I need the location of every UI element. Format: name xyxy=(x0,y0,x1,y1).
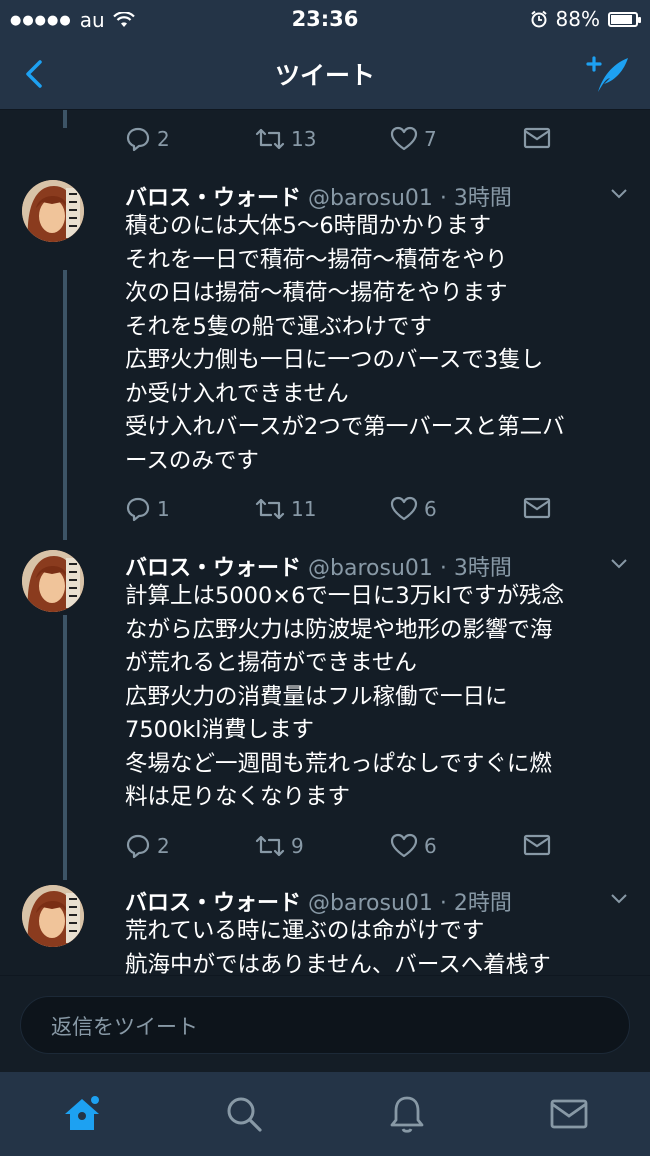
display-name[interactable]: バロス・ウォード xyxy=(125,186,301,211)
tweet-line: 広野火力の消費量はフル稼働で一日に xyxy=(125,683,508,710)
page-title: ツイート xyxy=(274,61,375,90)
user-avatar-image xyxy=(22,550,84,612)
tweet-text: 積むのには大体5～6時間かかります それを一日で積荷～揚荷～積荷をやり 次の日は… xyxy=(125,210,635,478)
retweet-icon xyxy=(255,835,285,857)
nav-bar: ツイート xyxy=(0,40,650,110)
tweet-actions: 2 9 6 xyxy=(0,827,650,867)
dm-button[interactable] xyxy=(523,496,551,520)
alarm-icon xyxy=(530,10,547,28)
reply-bar: 返信をツイート xyxy=(0,975,650,1072)
battery-icon xyxy=(608,11,641,27)
tweet-header: バロス・ウォード @barosu01 · 3時間 xyxy=(125,180,512,212)
display-name[interactable]: バロス・ウォード xyxy=(125,891,301,916)
retweet-button[interactable]: 9 xyxy=(255,833,304,859)
heart-icon xyxy=(390,496,418,521)
reply-button[interactable]: 2 xyxy=(125,833,170,859)
chevron-down-icon[interactable] xyxy=(610,558,628,570)
reply-count: 2 xyxy=(157,834,170,858)
tweet-line: 次の日は揚荷～積荷～揚荷をやります xyxy=(125,280,508,306)
notifications-icon[interactable] xyxy=(385,1092,429,1136)
dm-button[interactable] xyxy=(523,833,551,857)
tweet-actions: 2 13 7 xyxy=(0,120,650,160)
retweet-icon xyxy=(255,128,285,150)
mail-icon xyxy=(523,834,551,856)
reply-icon xyxy=(126,497,150,522)
tweet-item[interactable]: バロス・ウォード @barosu01 · 2時間 荒れている時に運ぶのは命がけで… xyxy=(0,885,650,975)
chevron-down-icon[interactable] xyxy=(610,893,628,905)
tweet-timeline[interactable]: 2 13 7 バロス・ウォード @barosu01 · 3時間 積むのには大体5… xyxy=(0,110,650,975)
tweet-line: それを一日で積荷～揚荷～積荷をやり xyxy=(125,246,508,273)
reply-input[interactable]: 返信をツイート xyxy=(20,996,630,1054)
tweet-line: 荒れている時に運ぶのは命がけです xyxy=(125,918,485,944)
like-count: 6 xyxy=(424,834,437,858)
tweet-line: 積むのには大体5～6時間かかります xyxy=(125,213,492,239)
battery-level xyxy=(611,14,633,24)
heart-icon xyxy=(390,126,418,151)
retweet-icon xyxy=(255,498,285,520)
tweet-line: 広野火力側も一日に一つのバースで3隻し xyxy=(125,347,544,373)
compose-tweet-icon[interactable] xyxy=(584,52,632,98)
mail-icon xyxy=(523,497,551,519)
tweet-line: 7500kl消費します xyxy=(125,717,315,743)
search-icon[interactable] xyxy=(222,1092,266,1136)
battery-percent: 88% xyxy=(555,7,600,31)
tweet-text: 計算上は5000×6で一日に3万klですが残念 ながら広野火力は防波堤や地形の影… xyxy=(125,580,635,815)
tweet-line: か受け入れできません xyxy=(125,380,349,407)
retweet-button[interactable]: 13 xyxy=(255,126,316,152)
tweet-actions: 1 11 6 xyxy=(0,490,650,530)
avatar[interactable] xyxy=(22,180,84,242)
reply-icon xyxy=(126,834,150,859)
display-name[interactable]: バロス・ウォード xyxy=(125,556,301,581)
tab-bar xyxy=(0,1072,650,1156)
like-button[interactable]: 6 xyxy=(390,833,437,859)
like-button[interactable]: 6 xyxy=(390,496,437,522)
tweet-line: 受け入れバースが2つで第一バースと第二バ xyxy=(125,414,565,440)
tweet-line: 航海中がではありません、バースへ着桟す xyxy=(125,951,551,976)
dm-button[interactable] xyxy=(523,126,551,150)
reply-count: 1 xyxy=(157,497,170,521)
tweet-item[interactable]: バロス・ウォード @barosu01 · 3時間 積むのには大体5～6時間かかり… xyxy=(0,180,650,522)
like-count: 6 xyxy=(424,497,437,521)
like-button[interactable]: 7 xyxy=(390,126,437,152)
chevron-down-icon[interactable] xyxy=(610,188,628,200)
tweet-line: ながら広野火力は防波堤や地形の影響で海 xyxy=(125,616,553,643)
handle-and-time: @barosu01 · 3時間 xyxy=(301,186,512,211)
home-icon[interactable] xyxy=(60,1092,104,1136)
handle-and-time: @barosu01 · 2時間 xyxy=(301,891,512,916)
reply-count: 2 xyxy=(157,127,170,151)
avatar[interactable] xyxy=(22,550,84,612)
tweet-header: バロス・ウォード @barosu01 · 3時間 xyxy=(125,550,512,582)
mail-icon xyxy=(523,127,551,149)
tweet-line: それを5隻の船で運ぶわけです xyxy=(125,313,432,340)
tweet-line: 料は足りなくなります xyxy=(125,784,351,810)
user-avatar-image xyxy=(22,885,84,947)
retweet-count: 13 xyxy=(291,127,317,151)
tweet-text: 荒れている時に運ぶのは命がけです 航海中がではありません、バースへ着桟す xyxy=(125,915,635,975)
tweet-line: が荒れると揚荷ができません xyxy=(125,650,417,676)
tweet-item[interactable]: バロス・ウォード @barosu01 · 3時間 計算上は5000×6で一日に3… xyxy=(0,550,650,880)
user-avatar-image xyxy=(22,180,84,242)
tweet-line: 計算上は5000×6で一日に3万klですが残念 xyxy=(125,583,565,609)
messages-icon[interactable] xyxy=(547,1092,591,1136)
handle-and-time: @barosu01 · 3時間 xyxy=(301,556,512,581)
retweet-button[interactable]: 11 xyxy=(255,496,316,522)
tweet-line: 冬場など一週間も荒れっぱなしですぐに燃 xyxy=(125,750,552,777)
avatar[interactable] xyxy=(22,885,84,947)
retweet-count: 11 xyxy=(291,497,317,521)
retweet-count: 9 xyxy=(291,834,304,858)
status-bar: ●●●●● au 23:36 88% xyxy=(0,0,650,40)
reply-icon xyxy=(126,127,150,152)
like-count: 7 xyxy=(424,127,437,151)
tweet-header: バロス・ウォード @barosu01 · 2時間 xyxy=(125,885,512,917)
reply-button[interactable]: 2 xyxy=(125,126,170,152)
heart-icon xyxy=(390,833,418,858)
tweet-line: ースのみです xyxy=(125,447,259,474)
reply-button[interactable]: 1 xyxy=(125,496,170,522)
